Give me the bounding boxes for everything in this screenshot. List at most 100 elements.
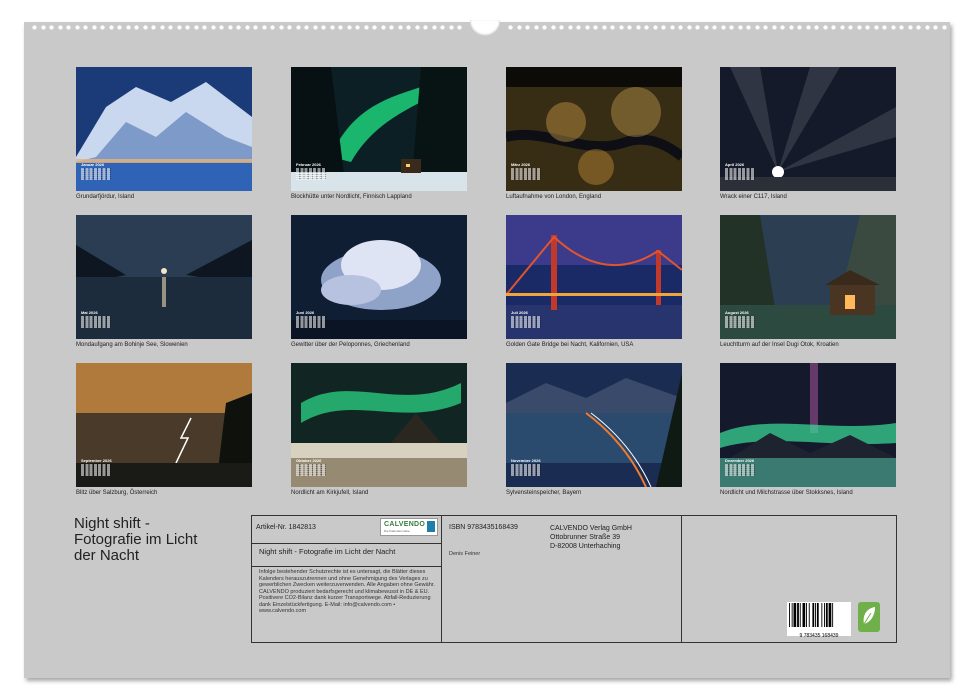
binding-hole [576,25,581,30]
binding-hole [941,25,947,30]
month-label: Mai 2026 [81,310,98,315]
binding-hole [763,25,768,30]
month-photo: Dezember 2026 [720,363,896,487]
month-label: Februar 2026 [296,162,321,167]
binding-hole [253,25,258,30]
month-photo: Mai 2026 [76,215,252,339]
binding-hole [584,25,590,30]
month-label: Oktober 2026 [296,458,322,463]
binding-hole [635,25,641,30]
calendar-back-cover: Januar 2026 Grundarfjördur, Island Febru… [24,20,950,678]
month-photo: Juni 2026 [291,215,467,339]
month-tile: Februar 2026 Blockhütte unter Nordlicht,… [291,67,467,201]
binding-hole [907,25,913,30]
binding-hole [933,25,938,30]
photo-caption: Golden Gate Bridge bei Nacht, Kalifornie… [506,342,634,348]
binding-hole [831,25,836,30]
binding-hole [270,25,275,30]
binding-hole [508,25,513,30]
binding-hole [601,25,607,30]
binding-hole [652,25,658,30]
binding-hole [193,25,199,30]
eco-leaf-icon [858,602,880,632]
binding-hole [899,25,904,30]
binding-hole [91,25,97,30]
binding-hole [610,25,615,30]
binding-hole [295,25,301,30]
photo-caption: Nordlicht am Kirkjufell, Island [291,490,369,496]
month-label: März 2026 [511,162,531,167]
barcode: 9 783435 168439 [787,602,851,639]
binding-hole [134,25,139,30]
binding-hole [227,25,233,30]
binding-hole [754,25,760,30]
binding-hole [142,25,148,30]
month-photo: März 2026 [506,67,682,191]
photo-caption: Mondaufgang am Bohinje See, Slowenien [76,342,188,348]
month-photo: Januar 2026 [76,67,252,191]
binding-hole [593,25,598,30]
photo-caption: Sylvensteinspeicher, Bayern [506,490,582,496]
binding-hole [678,25,683,30]
binding-hole [856,25,862,30]
month-photo: September 2026 [76,363,252,487]
binding-hole [185,25,190,30]
binding-hole [244,25,250,30]
author: Denis Feiner [449,551,481,557]
binding-hole [176,25,182,30]
binding-hole [372,25,377,30]
binding-hole [865,25,870,30]
binding-hole [219,25,224,30]
month-label: Juli 2026 [511,310,528,315]
binding-hole [712,25,717,30]
binding-hole [397,25,403,30]
binding-hole [355,25,360,30]
binding-hole [457,25,462,30]
binding-hole [686,25,692,30]
month-tile: Oktober 2026 Nordlicht am Kirkjufell, Is… [291,363,467,497]
binding-hole [890,25,896,30]
binding-hole [533,25,539,30]
binding-hole [882,25,887,30]
month-label: November 2026 [511,458,541,463]
binding-hole [924,25,930,30]
binding-hole [618,25,624,30]
binding-hole [423,25,428,30]
binding-hole [346,25,352,30]
calendar-title: Night shift - Fotografie im Licht der Na… [74,515,198,564]
binding-hole [516,25,522,30]
binding-hole [848,25,853,30]
month-tile: Mai 2026 Mondaufgang am Bohinje See, Slo… [76,215,252,349]
photo-caption: Blockhütte unter Nordlicht, Finnisch Lap… [291,194,412,200]
month-tile: Dezember 2026 Nordlicht und Milchstrasse… [720,363,896,497]
binding-hole [108,25,114,30]
binding-hole [83,25,88,30]
isbn: ISBN 9783435168439 [449,524,518,531]
binding-hole [32,25,37,30]
binding-hole [720,25,726,30]
photo-caption: Wrack einer C117, Island [720,194,787,200]
binding-hole [525,25,530,30]
month-photo: Juli 2026 [506,215,682,339]
binding-hole [805,25,811,30]
binding-hole [873,25,879,30]
binding-hole [627,25,632,30]
month-tile: September 2026 Blitz über Salzburg, Öste… [76,363,252,497]
month-photo: November 2026 [506,363,682,487]
calendar-subtitle: Night shift - Fotografie im Licht der Na… [259,547,396,556]
binding-hole [448,25,454,30]
month-photo: Oktober 2026 [291,363,467,487]
binding-hole [440,25,445,30]
binding-hole [100,25,105,30]
binding-hole [567,25,573,30]
binding-hole [389,25,394,30]
month-tile: Juni 2026 Gewitter über der Peloponnes, … [291,215,467,349]
photo-caption: Blitz über Salzburg, Österreich [76,490,158,496]
publisher-address: CALVENDO Verlag GmbH Ottobrunner Straße … [550,525,632,550]
month-tile: April 2026 Wrack einer C117, Island [720,67,896,201]
binding-hole [822,25,828,30]
photo-caption: Gewitter über der Peloponnes, Griechenla… [291,342,410,348]
binding-hole [431,25,437,30]
binding-hole [210,25,216,30]
binding-hole [695,25,700,30]
